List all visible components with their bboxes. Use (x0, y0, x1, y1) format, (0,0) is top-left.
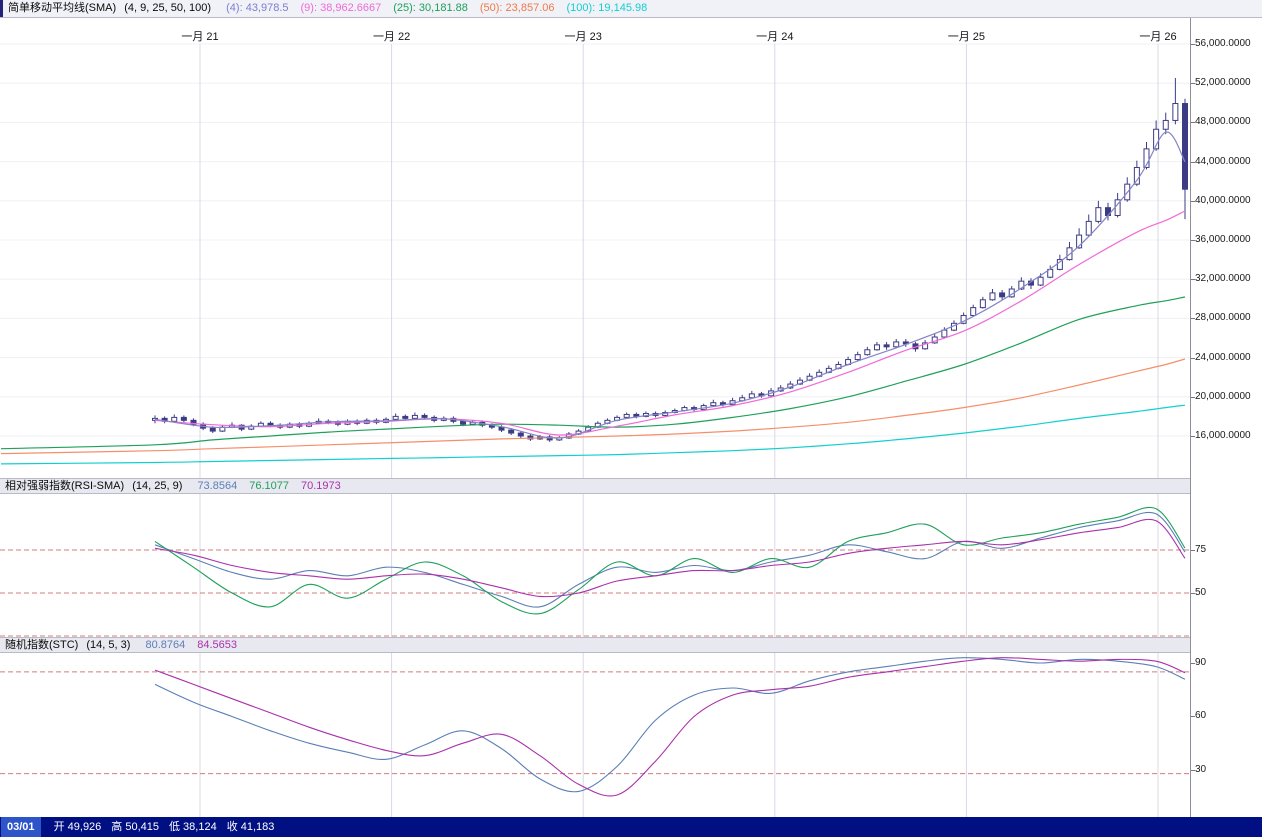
axis-label: 50 (1195, 587, 1206, 598)
sma-indicator-bar[interactable]: 简单移动平均线(SMA) (4, 9, 25, 50, 100) (4): 43… (0, 0, 1262, 18)
stc-line-STC-K (155, 658, 1185, 792)
rsi-rsi-sma-fast-value: 76.1077 (249, 480, 289, 492)
main-price-chart[interactable]: 一月 21 一月 22 一月 23 一月 24 一月 25 一月 26 (0, 18, 1190, 478)
trading-chart-window: 简单移动平均线(SMA) (4, 9, 25, 50, 100) (4): 43… (0, 0, 1262, 837)
axis-label: 75 (1195, 544, 1206, 555)
rsi-indicator-bar[interactable]: 相对强弱指数(RSI-SMA) (14, 25, 9) 73.8564 76.10… (0, 478, 1190, 494)
sma-100-value: (100): 19,145.98 (567, 2, 648, 14)
axis-label: 48,000.0000 (1195, 116, 1251, 127)
line-SMA25 (1, 297, 1185, 449)
rsi-title: 相对强弱指数(RSI-SMA) (5, 480, 124, 492)
stc-stc-d-value: 84.5653 (197, 639, 237, 651)
date-label: 一月 24 (756, 31, 793, 43)
line-SMA100 (1, 405, 1185, 464)
axis-label: 16,000.0000 (1195, 430, 1251, 441)
stc-line-STC-D (155, 658, 1185, 796)
axis-label: 44,000.0000 (1195, 156, 1251, 167)
axis-label: 56,000.0000 (1195, 38, 1251, 49)
axis-label: 40,000.0000 (1195, 195, 1251, 206)
stc-stc-k-value: 80.8764 (145, 639, 185, 651)
status-low: 低 38,124 (169, 821, 217, 833)
axis-label: 36,000.0000 (1195, 234, 1251, 245)
status-ohlc: 开 49,926 高 50,415 低 38,124 收 41,183 (44, 821, 275, 833)
rsi-line-RSI-SMA-slow (155, 519, 1185, 596)
rsi-panel[interactable] (0, 494, 1190, 637)
sma-values: (4): 43,978.5 (9): 38,962.6667 (25): 30,18… (214, 2, 647, 14)
rsi-params: (14, 25, 9) (132, 480, 182, 492)
axis-label: 20,000.0000 (1195, 391, 1251, 402)
status-close: 收 41,183 (227, 821, 275, 833)
date-label: 一月 25 (948, 31, 985, 43)
price-axis[interactable]: 56,000.0000 52,000.0000 48,000.0000 44,000.… (1190, 18, 1262, 817)
axis-label: 24,000.0000 (1195, 352, 1251, 363)
stc-panel[interactable] (0, 653, 1190, 817)
candles-layer (153, 78, 1188, 442)
stc-chart (0, 653, 1190, 817)
rsi-chart (0, 494, 1190, 637)
candlestick-chart: 一月 21 一月 22 一月 23 一月 24 一月 25 一月 26 (0, 18, 1190, 478)
sma-50-value: (50): 23,857.06 (480, 2, 555, 14)
status-bar: 03/01 开 49,926 高 50,415 低 38,124 收 41,183 (0, 817, 1262, 837)
rsi-rsi-sma-slow-value: 70.1973 (301, 480, 341, 492)
date-label: 一月 23 (565, 31, 602, 43)
sma-lines-layer (1, 132, 1185, 464)
axis-label: 60 (1195, 710, 1206, 721)
axis-label: 90 (1195, 657, 1206, 668)
stc-values: 80.8764 84.5653 (133, 639, 237, 651)
status-open: 开 49,926 (54, 821, 102, 833)
sma-9-value: (9): 38,962.6667 (301, 2, 382, 14)
sma-params: (4, 9, 25, 50, 100) (124, 2, 211, 14)
axis-label: 30 (1195, 764, 1206, 775)
rsi-rsi-value: 73.8564 (197, 480, 237, 492)
sma-title: 简单移动平均线(SMA) (8, 2, 116, 14)
date-label: 一月 26 (1139, 31, 1176, 43)
date-label: 一月 22 (373, 31, 410, 43)
axis-label: 52,000.0000 (1195, 77, 1251, 88)
sma-25-value: (25): 30,181.88 (393, 2, 468, 14)
axis-label: 28,000.0000 (1195, 312, 1251, 323)
indicator-accent (0, 0, 3, 17)
stc-indicator-bar[interactable]: 随机指数(STC) (14, 5, 3) 80.8764 84.5653 (0, 637, 1190, 653)
status-date: 03/01 (1, 817, 41, 837)
rsi-gridlines (0, 494, 1190, 637)
rsi-values: 73.8564 76.1077 70.1973 (185, 480, 340, 492)
line-SMA9 (155, 211, 1185, 435)
line-SMA50 (1, 359, 1185, 454)
axis-label: 32,000.0000 (1195, 273, 1251, 284)
date-label: 一月 21 (181, 31, 218, 43)
stc-title: 随机指数(STC) (5, 639, 78, 651)
sma-4-value: (4): 43,978.5 (226, 2, 288, 14)
rsi-line-RSI-SMA-fast (155, 507, 1185, 614)
status-high: 高 50,415 (111, 821, 159, 833)
rsi-line-RSI (155, 512, 1185, 607)
main-gridlines (0, 44, 1190, 478)
stc-params: (14, 5, 3) (86, 639, 130, 651)
